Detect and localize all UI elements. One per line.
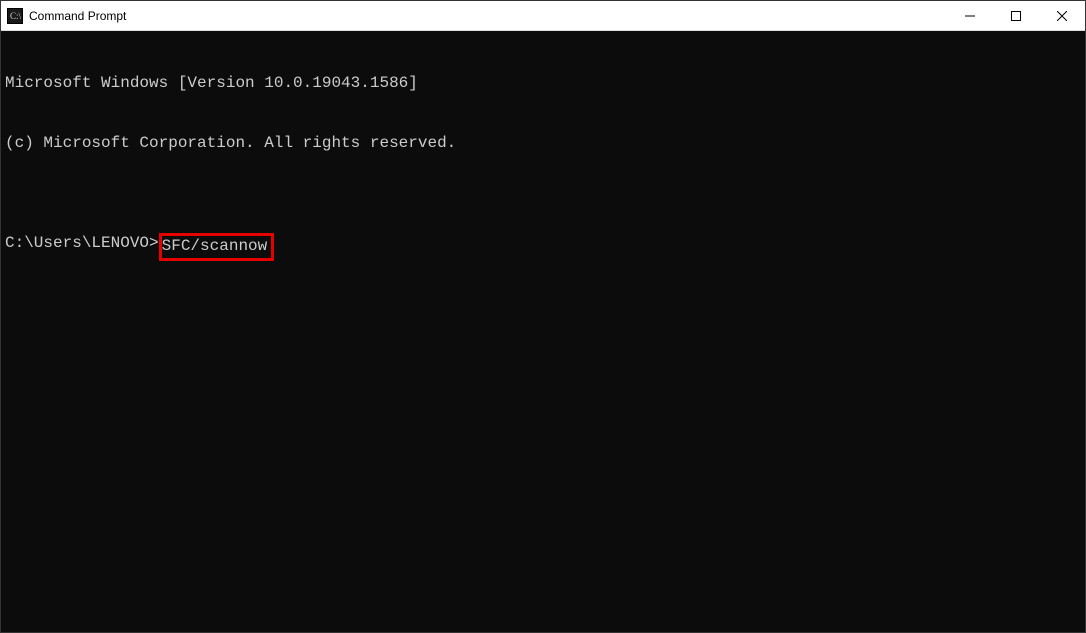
- command-text: SFC/scannow: [162, 237, 268, 255]
- minimize-button[interactable]: [947, 1, 993, 30]
- window-title: Command Prompt: [29, 9, 947, 23]
- prompt-path: C:\Users\LENOVO>: [5, 233, 159, 253]
- close-icon: [1057, 11, 1067, 21]
- command-prompt-window: C:\ Command Prompt Micro: [0, 0, 1086, 633]
- window-controls: [947, 1, 1085, 30]
- svg-text:C:\: C:\: [10, 11, 22, 21]
- terminal-line-copyright: (c) Microsoft Corporation. All rights re…: [5, 133, 1081, 153]
- minimize-icon: [965, 11, 975, 21]
- command-highlight: SFC/scannow: [159, 233, 275, 261]
- terminal-area[interactable]: Microsoft Windows [Version 10.0.19043.15…: [1, 31, 1085, 632]
- maximize-button[interactable]: [993, 1, 1039, 30]
- terminal-line-version: Microsoft Windows [Version 10.0.19043.15…: [5, 73, 1081, 93]
- titlebar[interactable]: C:\ Command Prompt: [1, 1, 1085, 31]
- maximize-icon: [1011, 11, 1021, 21]
- prompt-line: C:\Users\LENOVO>SFC/scannow: [5, 233, 1081, 261]
- cmd-icon: C:\: [7, 8, 23, 24]
- close-button[interactable]: [1039, 1, 1085, 30]
